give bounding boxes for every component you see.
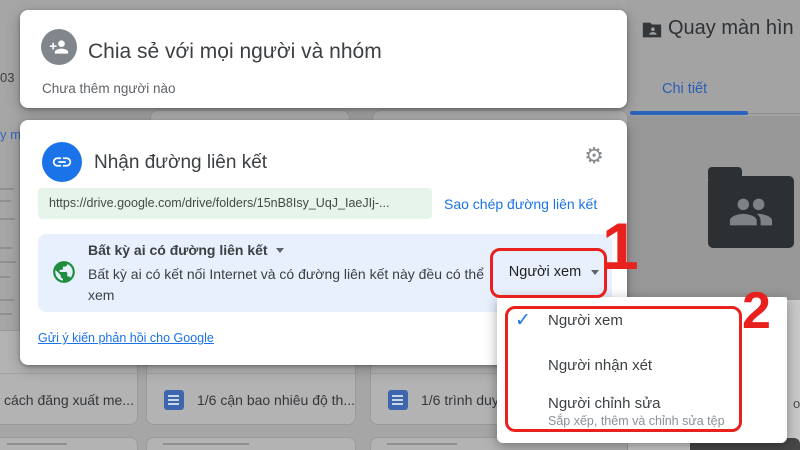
chevron-down-icon	[275, 247, 284, 253]
details-panel-title: Quay màn hìn	[668, 17, 794, 39]
background-text-fragment: o	[793, 396, 800, 411]
annotation-box-step1	[490, 248, 607, 298]
share-dialog-subtitle: Chưa thêm người nào	[42, 81, 176, 96]
link-access-label: Bất kỳ ai có đường liên kết	[88, 242, 268, 258]
file-name: cách đăng xuất me...	[4, 391, 134, 408]
gear-icon[interactable]: ⚙	[584, 145, 604, 167]
text-line-placeholder	[0, 247, 12, 249]
active-tab-indicator	[630, 111, 748, 115]
copy-link-button[interactable]: Sao chép đường liên kết	[444, 196, 597, 212]
card-footer: 1/6 cận bao nhiêu độ th...	[147, 374, 355, 425]
background-file-card-top	[0, 437, 138, 450]
text-line-placeholder	[0, 313, 12, 315]
google-docs-icon	[388, 389, 408, 410]
person-add-icon	[41, 29, 77, 65]
get-link-title: Nhận đường liên kết	[94, 152, 268, 173]
text-line-placeholder	[0, 200, 11, 202]
text-line-placeholder	[0, 218, 15, 220]
file-name: 1/6 cận bao nhiêu độ th...	[197, 391, 355, 408]
share-link-url[interactable]: https://drive.google.com/drive/folders/1…	[38, 188, 432, 219]
share-dialog-title: Chia sẻ với mọi người và nhóm	[88, 40, 382, 63]
link-access-description: Bất kỳ ai có kết nối Internet và có đườn…	[88, 266, 485, 303]
google-drive-share-screenshot: 03 y m Quay màn hìn Chi tiết o cách đăng…	[0, 0, 800, 450]
google-docs-icon	[164, 389, 184, 410]
annotation-box-step2	[505, 306, 742, 432]
background-file-card-top	[146, 437, 356, 450]
tab-divider	[748, 113, 800, 114]
card-footer: cách đăng xuất me...	[0, 374, 137, 425]
file-name: 1/6 trình duy	[421, 391, 499, 408]
link-icon	[42, 142, 82, 182]
folder-preview-area	[627, 116, 800, 300]
shared-folder-icon	[641, 19, 663, 46]
annotation-number-2: 2	[742, 282, 771, 340]
annotation-number-1: 1	[602, 209, 639, 283]
public-globe-icon	[51, 259, 77, 290]
share-people-dialog: Chia sẻ với mọi người và nhóm Chưa thêm …	[20, 10, 627, 108]
text-line-placeholder	[0, 261, 16, 263]
send-feedback-link[interactable]: Gửi ý kiến phản hồi cho Google	[38, 331, 214, 345]
tab-details[interactable]: Chi tiết	[662, 81, 707, 97]
link-access-dropdown[interactable]: Bất kỳ ai có đường liên kết	[88, 242, 284, 258]
text-line-placeholder	[0, 299, 14, 301]
shared-folder-preview-icon	[708, 167, 794, 248]
text-line-placeholder	[0, 188, 14, 190]
background-link-fragment: y m	[0, 127, 21, 142]
text-line-placeholder	[0, 276, 10, 278]
background-text-fragment: 03	[0, 70, 15, 85]
